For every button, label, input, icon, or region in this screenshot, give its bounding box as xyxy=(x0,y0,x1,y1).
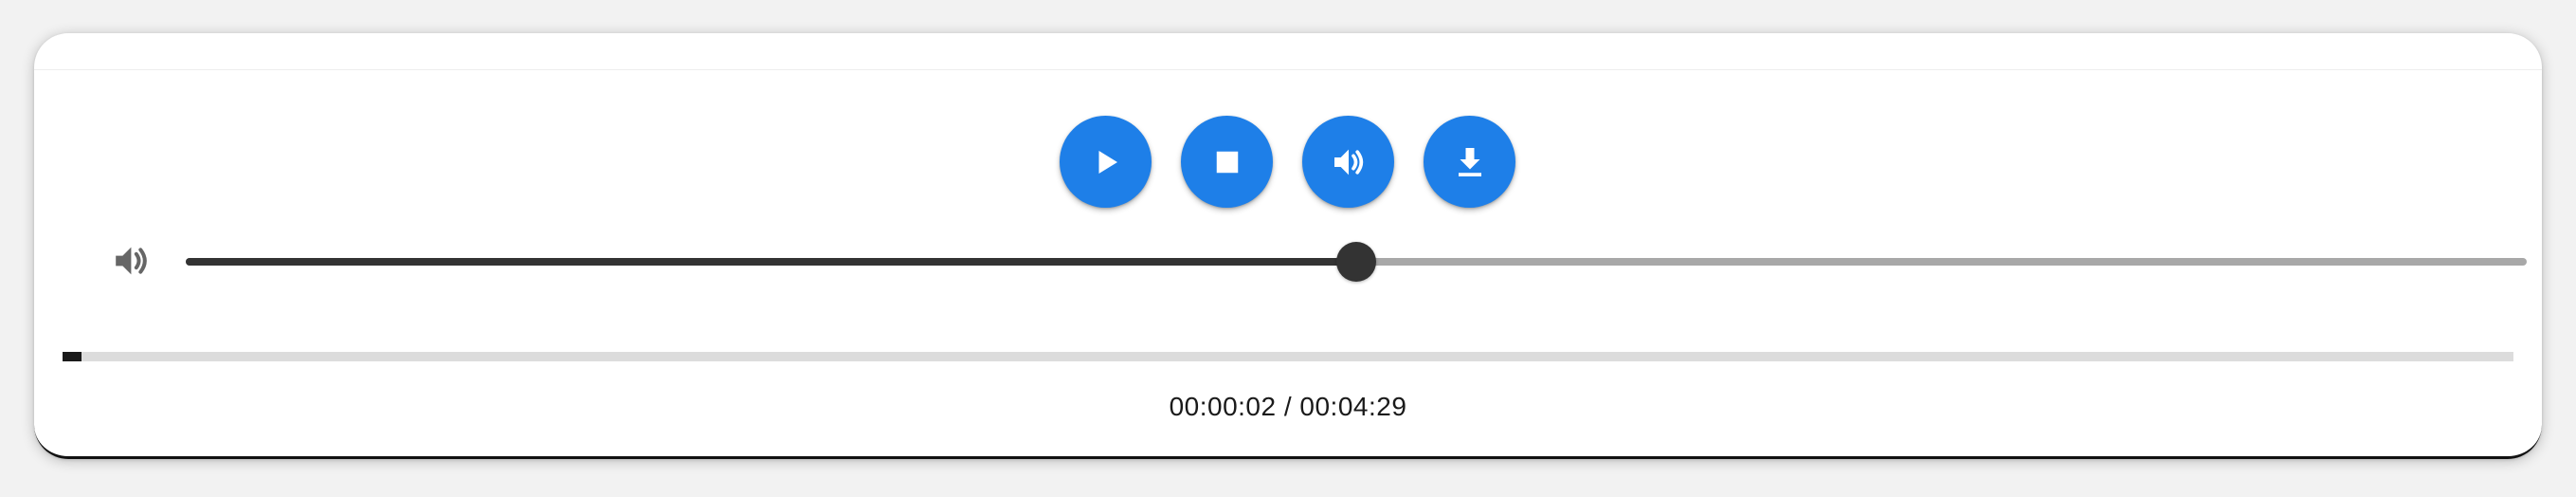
download-icon xyxy=(1458,147,1481,176)
volume-slider-fill xyxy=(186,258,1356,266)
time-readout: 00:00:02 / 00:04:29 xyxy=(1169,392,1407,421)
download-button[interactable] xyxy=(1424,116,1515,208)
speaker-icon[interactable] xyxy=(114,244,155,278)
audio-player: 00:00:02 / 00:04:29 xyxy=(34,33,2542,459)
volume-slider-track[interactable] xyxy=(186,242,2527,282)
play-icon xyxy=(1098,150,1117,174)
page: 00:00:02 / 00:04:29 xyxy=(0,0,2576,497)
player-header-strip xyxy=(34,33,2542,70)
volume-control xyxy=(80,232,2534,289)
stop-button[interactable] xyxy=(1181,116,1273,208)
playback-progress-fill xyxy=(63,352,82,361)
playback-progress-bar[interactable] xyxy=(63,352,2513,361)
play-button[interactable] xyxy=(1060,116,1152,208)
volume-slider-thumb[interactable] xyxy=(1336,242,1376,282)
playback-controls xyxy=(1060,116,1515,208)
mute-toggle-button[interactable] xyxy=(1302,116,1394,208)
speaker-icon xyxy=(1333,149,1363,175)
stop-icon xyxy=(1216,151,1238,173)
